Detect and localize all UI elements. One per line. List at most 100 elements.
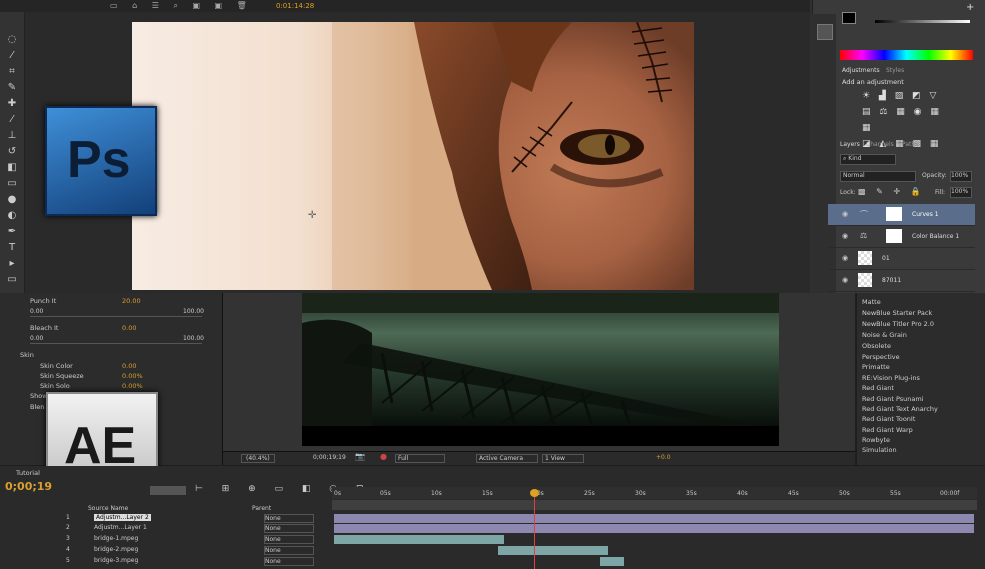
timeline-tab[interactable]: Tutorial xyxy=(16,469,40,477)
layer-name[interactable]: bridge-2.mpeg xyxy=(94,546,138,553)
effect-category[interactable]: Red Giant ToonIt xyxy=(862,415,915,423)
layer-filter-kind[interactable]: ⌕ Kind xyxy=(840,154,896,165)
playhead[interactable] xyxy=(534,490,535,569)
pen-icon[interactable]: ✒ xyxy=(5,226,19,238)
playhead-handle[interactable] xyxy=(530,489,539,497)
eyedropper-icon[interactable]: ✎ xyxy=(5,82,19,94)
eye-icon[interactable]: ◉ xyxy=(842,254,848,262)
layer-parent[interactable]: None xyxy=(264,546,314,555)
gradient-icon[interactable]: ▭ xyxy=(5,178,19,190)
path-select-icon[interactable]: ▸ xyxy=(5,258,19,270)
layer-row[interactable]: ◉ ⌒ Curves 1 xyxy=(828,204,975,226)
track-bar[interactable] xyxy=(498,546,608,555)
layer-row[interactable]: ◉ 01 xyxy=(828,248,975,270)
effect-category[interactable]: Matte xyxy=(862,298,881,306)
layer-name[interactable]: bridge-1.mpeg xyxy=(94,535,138,542)
layer-name[interactable]: bridge-3.mpeg xyxy=(94,557,138,564)
dodge-icon[interactable]: ◐ xyxy=(5,210,19,222)
layer-parent[interactable]: None xyxy=(264,535,314,544)
brush-icon[interactable]: ⁄ xyxy=(5,114,19,126)
history-brush-icon[interactable]: ↺ xyxy=(5,146,19,158)
tab-adjustments[interactable]: Adjustments xyxy=(842,67,880,74)
layer-row[interactable]: ◉ ⚖ Color Balance 1 xyxy=(828,226,975,248)
effect-category[interactable]: Simulation xyxy=(862,446,897,454)
effect-category[interactable]: Red Giant xyxy=(862,384,894,392)
skin-solo-value[interactable]: 0.00% xyxy=(122,382,143,390)
viewer-timecode[interactable]: 0;00;19;19 xyxy=(313,454,346,461)
effect-category[interactable]: RE:Vision Plug-ins xyxy=(862,374,920,382)
tab-channels[interactable]: Channels xyxy=(866,141,894,148)
punch-it-slider[interactable] xyxy=(30,316,202,317)
skin-color-value[interactable]: 0.00 xyxy=(122,362,136,370)
viewer-resolution[interactable]: Full xyxy=(395,454,445,463)
table-row[interactable]: 5 bridge-3.mpeg None xyxy=(0,557,330,567)
lasso-icon[interactable]: ◌ xyxy=(5,34,19,46)
skin-squeeze-value[interactable]: 0.00% xyxy=(122,372,143,380)
eraser-icon[interactable]: ◧ xyxy=(5,162,19,174)
tab-paths[interactable]: Paths xyxy=(902,141,918,148)
work-area-bar[interactable] xyxy=(332,500,977,510)
fill-value[interactable]: 100% xyxy=(950,187,972,198)
tab-styles[interactable]: Styles xyxy=(886,67,904,74)
eye-icon[interactable]: ◉ xyxy=(842,210,848,218)
ps-toolbar: ◌ ⁄ ⌗ ✎ ✚ ⁄ ⊥ ↺ ◧ ▭ ● ◐ ✒ T ▸ ▭ xyxy=(0,12,25,293)
track-bar[interactable] xyxy=(334,524,974,533)
effect-category[interactable]: Perspective xyxy=(862,353,900,361)
effect-category[interactable]: Obsolete xyxy=(862,342,891,350)
viewer-zoom[interactable]: (40.4%) xyxy=(241,454,275,463)
table-row[interactable]: 2 Adjustm...Layer 1 None xyxy=(0,524,330,534)
layer-row[interactable]: ◉ 87011 xyxy=(828,270,975,292)
eye-icon[interactable]: ◉ xyxy=(842,232,848,240)
layer-name[interactable]: Adjustm...Layer 1 xyxy=(94,524,147,531)
layer-parent[interactable]: None xyxy=(264,524,314,533)
punch-it-value[interactable]: 20.00 xyxy=(122,297,141,305)
ae-video-frame[interactable] xyxy=(302,293,779,446)
eye-icon[interactable]: ◉ xyxy=(842,276,848,284)
table-row[interactable]: 4 bridge-2.mpeg None xyxy=(0,546,330,556)
color-slider[interactable] xyxy=(875,20,970,23)
effect-category[interactable]: Noise & Grain xyxy=(862,331,907,339)
opacity-value[interactable]: 100% xyxy=(950,171,972,182)
stamp-icon[interactable]: ⊥ xyxy=(5,130,19,142)
layer-parent[interactable]: None xyxy=(264,514,314,523)
track-bar[interactable] xyxy=(600,557,624,566)
bleach-it-slider[interactable] xyxy=(30,343,202,344)
layer-name[interactable]: Adjustm...Layer 2 xyxy=(94,514,151,521)
effect-category[interactable]: NewBlue Titler Pro 2.0 xyxy=(862,320,934,328)
add-icon[interactable]: + xyxy=(966,2,974,13)
tab-layers[interactable]: Layers xyxy=(840,141,860,148)
timeline-search[interactable] xyxy=(150,486,186,495)
track-bar[interactable] xyxy=(334,535,504,544)
viewer-views[interactable]: 1 View xyxy=(542,454,584,463)
healing-icon[interactable]: ✚ xyxy=(5,98,19,110)
color-spectrum[interactable] xyxy=(840,50,973,60)
channel-icon[interactable]: ● xyxy=(380,452,387,461)
ps-document-image[interactable]: ✛ xyxy=(132,22,694,290)
viewer-exposure[interactable]: +0.0 xyxy=(656,454,671,461)
timeline-ruler[interactable]: 0s 05s 10s 15s 20s 25s 30s 35s 40s 45s 5… xyxy=(332,487,977,499)
table-row[interactable]: 3 bridge-1.mpeg None xyxy=(0,535,330,545)
timeline-current-time[interactable]: 0;00;19 xyxy=(5,480,52,493)
shape-icon[interactable]: ▭ xyxy=(5,274,19,286)
magic-wand-icon[interactable]: ⁄ xyxy=(5,50,19,62)
lock-icons[interactable]: ▩ ✎ ✛ 🔒 xyxy=(858,187,925,196)
table-row[interactable]: 1 Adjustm...Layer 2 None xyxy=(0,514,330,524)
snapshot-icon[interactable]: 📷 xyxy=(355,452,365,461)
effect-category[interactable]: Red Giant Psunami xyxy=(862,395,924,403)
effect-category[interactable]: NewBlue Starter Pack xyxy=(862,309,932,317)
color-swatches[interactable] xyxy=(842,12,856,24)
track-bar[interactable] xyxy=(334,514,974,523)
effect-category[interactable]: Red Giant Warp xyxy=(862,426,913,434)
type-icon[interactable]: T xyxy=(5,242,19,254)
bleach-it-value[interactable]: 0.00 xyxy=(122,324,136,332)
effect-category[interactable]: Primatte xyxy=(862,363,890,371)
info-icon[interactable] xyxy=(817,24,833,40)
effect-category[interactable]: Red Giant Text Anarchy xyxy=(862,405,938,413)
viewer-camera[interactable]: Active Camera xyxy=(476,454,538,463)
blend-mode-select[interactable]: Normal xyxy=(840,171,916,182)
layer-parent[interactable]: None xyxy=(264,557,314,566)
crop-icon[interactable]: ⌗ xyxy=(5,66,19,78)
skin-group-label[interactable]: Skin xyxy=(20,351,34,359)
effect-category[interactable]: Rowbyte xyxy=(862,436,890,444)
blur-icon[interactable]: ● xyxy=(5,194,19,206)
